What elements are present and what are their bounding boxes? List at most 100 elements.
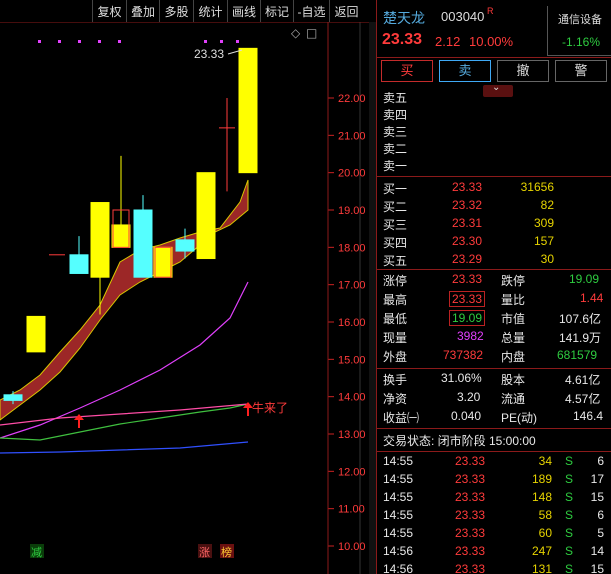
- toolbar-item-6[interactable]: -自选: [293, 0, 329, 22]
- y-tick-label: 13.00: [338, 429, 366, 441]
- total-volume-value: 141.9万: [559, 331, 602, 345]
- candle-body: [90, 202, 110, 278]
- chart-scrollbar[interactable]: [369, 22, 376, 574]
- tick-volume: 58: [538, 508, 552, 522]
- y-tick-label: 14.00: [338, 392, 366, 404]
- toolbar-item-1[interactable]: 叠加: [126, 0, 159, 22]
- turnover-label: 换手: [383, 373, 408, 387]
- bid-price: 23.32: [452, 198, 483, 212]
- top-marker-dot: [236, 40, 239, 43]
- tick-volume: 189: [531, 472, 552, 486]
- top-marker-dot: [78, 40, 81, 43]
- quote-panel: 楚天龙 003040 R 通信设备 -1.16% 23.33 2.12 10.0…: [376, 0, 611, 574]
- bid-price: 23.33: [452, 180, 483, 194]
- ask-row[interactable]: 卖四: [377, 106, 611, 124]
- y-tick-label: 22.00: [338, 93, 366, 105]
- tick-count: 6: [597, 508, 604, 522]
- tick-row: 14:55 23.33 148 S 15: [377, 490, 611, 508]
- price-change: 2.12: [435, 34, 461, 49]
- top-marker-dot: [118, 40, 121, 43]
- ask-row[interactable]: 卖三: [377, 123, 611, 141]
- bid-price: 23.29: [452, 252, 483, 266]
- bid-row[interactable]: 买二 23.32 82: [377, 198, 611, 216]
- limit-down-label: 跌停: [501, 274, 526, 288]
- net-assets-label: 净资: [383, 392, 408, 406]
- tick-side: S: [565, 508, 574, 522]
- bid-row[interactable]: 买五 23.29 30: [377, 252, 611, 270]
- buy-button[interactable]: 买: [381, 60, 433, 82]
- tick-time: 14:55: [383, 454, 414, 468]
- bid-volume: 157: [533, 234, 554, 248]
- toolbar-item-0[interactable]: 复权: [92, 0, 126, 22]
- cancel-order-button[interactable]: 撤: [497, 60, 549, 82]
- tick-count: 17: [590, 472, 604, 486]
- bid-volume: 309: [533, 216, 554, 230]
- tick-side: S: [565, 454, 574, 468]
- ask-row[interactable]: 卖二: [377, 140, 611, 158]
- toolbar-item-5[interactable]: 标记: [260, 0, 293, 22]
- tick-count: 5: [597, 526, 604, 540]
- candle-body: [26, 315, 46, 353]
- bid-price: 23.30: [452, 234, 483, 248]
- float-shares-label: 流通: [501, 392, 526, 406]
- earnings-value: 0.040: [451, 409, 482, 423]
- ask-row[interactable]: 卖五: [377, 89, 611, 107]
- share-capital-value: 4.61亿: [565, 373, 601, 387]
- toolbar-item-2[interactable]: 多股: [159, 0, 193, 22]
- ask-label: 卖二: [383, 142, 408, 156]
- earnings-label: 收益㈠: [383, 411, 420, 425]
- tick-row: 14:55 23.33 34 S 6: [377, 454, 611, 472]
- tick-price: 23.33: [455, 490, 486, 504]
- ma-line-blue: [0, 441, 249, 454]
- tick-price: 23.33: [455, 454, 486, 468]
- limit-down-value: 19.09: [569, 272, 600, 286]
- tick-time: 14:55: [383, 472, 414, 486]
- toolbar-item-7[interactable]: 返回: [329, 0, 363, 22]
- tick-volume: 148: [531, 490, 552, 504]
- low-value: 19.09: [449, 310, 486, 326]
- bid-row[interactable]: 买一 23.33 31656: [377, 180, 611, 198]
- top-marker-dot: [98, 40, 101, 43]
- toolbar-item-4[interactable]: 画线: [227, 0, 260, 22]
- tick-price: 23.33: [455, 544, 486, 558]
- minimize-icon[interactable]: □: [306, 26, 317, 40]
- high-label: 最高: [383, 293, 408, 307]
- top-marker-dot: [58, 40, 61, 43]
- tick-count: 6: [597, 454, 604, 468]
- tick-time: 14:55: [383, 490, 414, 504]
- y-tick-label: 21.00: [338, 130, 366, 142]
- volume-ratio-label: 量比: [501, 293, 526, 307]
- alert-button[interactable]: 警: [555, 60, 607, 82]
- sector-box[interactable]: [547, 6, 611, 56]
- pe-value: 146.4: [573, 409, 604, 423]
- mark-jian: 减: [31, 546, 42, 559]
- outer-volume-value: 737382: [443, 348, 484, 362]
- sell-button[interactable]: 卖: [439, 60, 491, 82]
- bid-row[interactable]: 买四 23.30 157: [377, 234, 611, 252]
- y-tick-label: 17.00: [338, 280, 366, 292]
- y-tick-label: 18.00: [338, 242, 366, 254]
- y-tick-label: 16.00: [338, 317, 366, 329]
- bid-label: 买四: [383, 236, 408, 250]
- candle-body: [3, 394, 23, 401]
- tick-row: 14:56 23.33 247 S 14: [377, 544, 611, 562]
- share-capital-label: 股本: [501, 373, 526, 387]
- toolbar-item-3[interactable]: 统计: [193, 0, 227, 22]
- limit-up-value: 23.33: [452, 272, 483, 286]
- kline-chart[interactable]: ◇ □ 22.00 21.00 20.00 19.00 18.00 17.00 16.00 1…: [0, 22, 376, 574]
- chart-toolbar: 复权 叠加 多股 统计 画线 标记 -自选 返回: [92, 0, 376, 22]
- limit-up-label: 涨停: [383, 274, 408, 288]
- bid-volume: 31656: [520, 180, 554, 194]
- y-tick-label: 12.00: [338, 466, 366, 478]
- y-tick-label: 15.00: [338, 354, 366, 366]
- candle-body: [238, 47, 258, 174]
- candle-body: [175, 239, 195, 252]
- diamond-icon[interactable]: ◇: [291, 26, 301, 40]
- candle-body: [69, 254, 89, 274]
- float-shares-value: 4.57亿: [565, 392, 601, 406]
- tick-time: 14:56: [383, 544, 414, 558]
- bid-row[interactable]: 买三 23.31 309: [377, 216, 611, 234]
- current-volume-value: 3982: [457, 329, 484, 343]
- tick-volume: 131: [531, 562, 552, 574]
- ask-row[interactable]: 卖一: [377, 157, 611, 175]
